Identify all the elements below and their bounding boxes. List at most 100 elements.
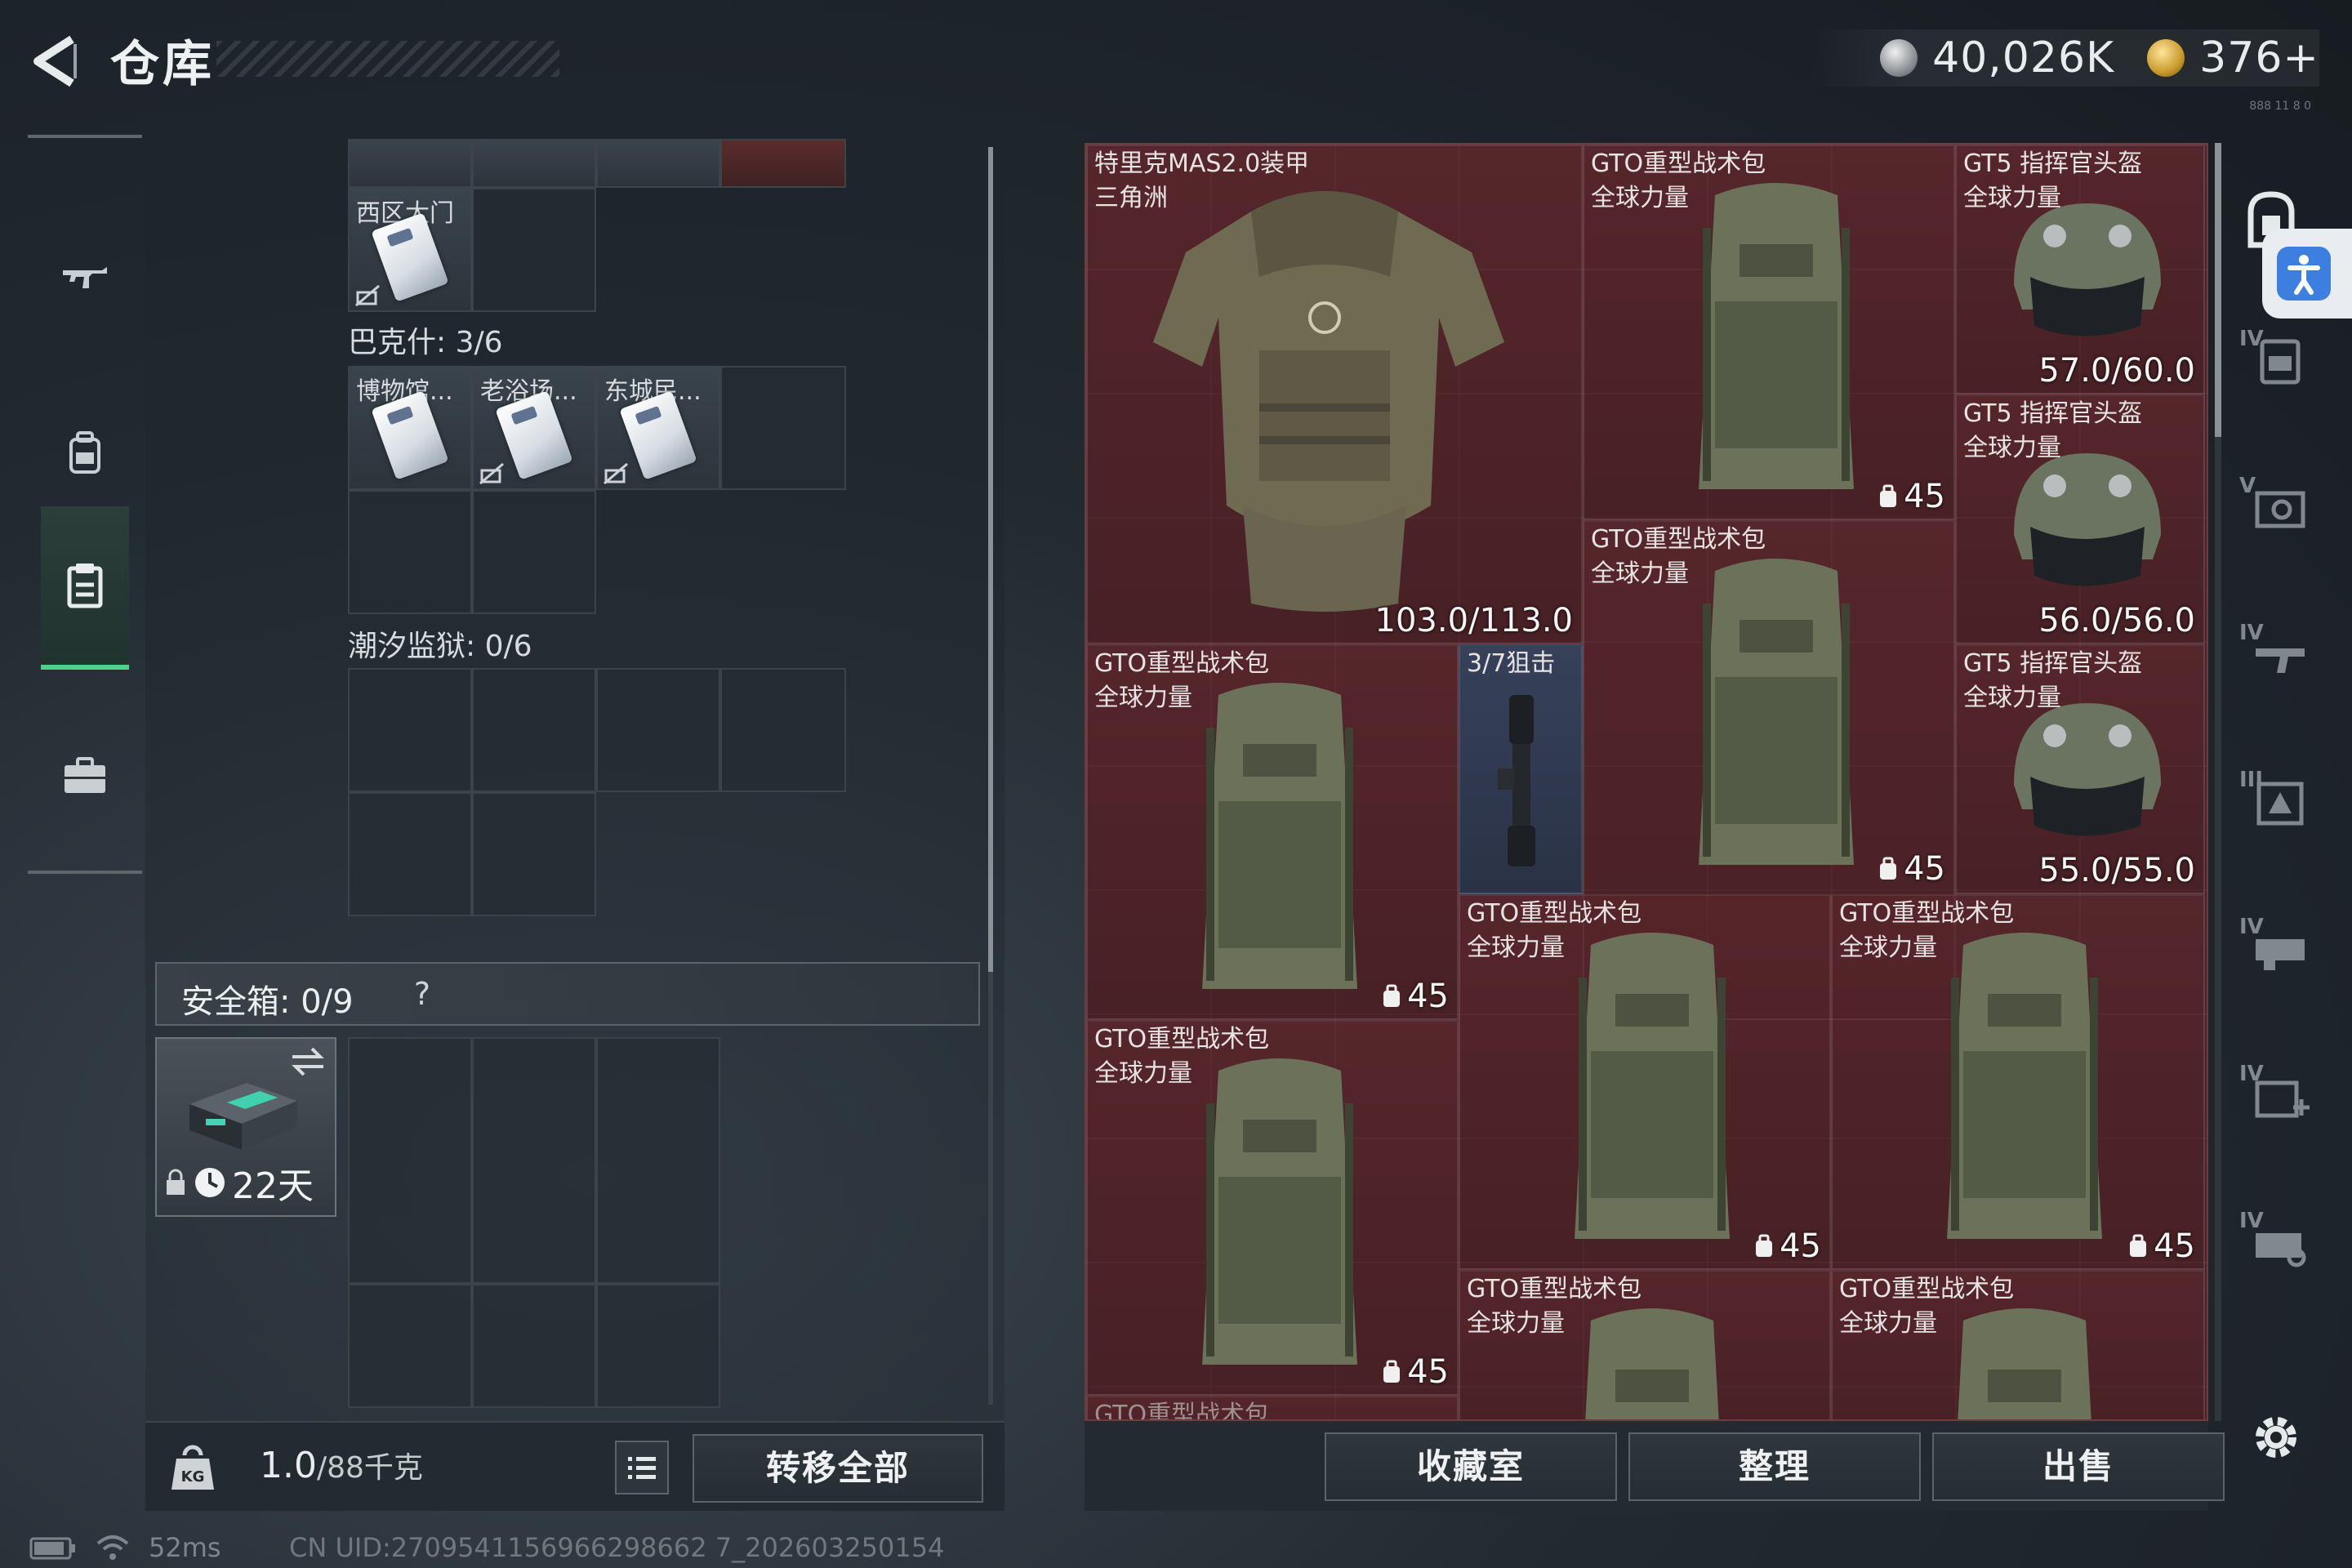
rail-slot-chest-rig[interactable]: V [2239,474,2314,539]
safe-slot-empty[interactable] [472,1037,596,1284]
safe-box-label: 安全箱: 0/9 [181,983,354,1021]
item-subtitle: 全球力量 [1963,184,2061,212]
nav-inventory[interactable] [41,506,129,670]
uid-text: CN UID:2709541156966298662 7_20260325015… [289,1532,945,1563]
keycard-slot[interactable]: 老浴场... [472,366,596,490]
capacity-value: 45 [1407,978,1449,1015]
sell-button[interactable]: 出售 [1932,1432,2225,1501]
backpack-icon [1958,1308,2091,1419]
silver-amount: 40,026K [1932,33,2115,82]
rail-slot-tool[interactable]: IV [2239,1209,2314,1274]
helmet-item[interactable]: GT5 指挥官头盔 全球力量 56.0/56.0 [1955,394,2205,644]
keycard-slot[interactable]: 博物馆... [348,366,472,490]
timer-days: 22天 [232,1165,314,1207]
stash-slot[interactable] [472,139,596,188]
scope-icon [1498,695,1535,866]
backpack-icon [1575,933,1730,1239]
backpack-icon [1947,933,2102,1239]
stash-slot-empty[interactable] [348,792,472,916]
item-name: GTO重型战术包 [1094,1025,1270,1054]
accessibility-button[interactable] [2262,229,2352,318]
help-icon[interactable]: ? [402,973,443,1014]
inventory-bottom-bar: 收藏室 整理 出售 [1085,1421,2225,1511]
rifle-icon [63,267,107,288]
rail-slot-backpack[interactable]: IV [2239,327,2314,392]
rail-slot-medical[interactable]: IV [2239,1062,2314,1127]
weight-icon: KG [172,1445,214,1490]
safe-slot-empty[interactable] [348,1284,472,1408]
clipboard-icon [67,564,103,608]
helmet-item[interactable]: GT5 指挥官头盔 全球力量 55.0/55.0 [1955,644,2205,894]
svg-text:KG: KG [181,1468,205,1486]
settings-gear-icon[interactable] [2247,1409,2305,1466]
accessibility-icon [2277,247,2331,301]
rail-slot-armor[interactable]: III [2239,768,2314,833]
rail-slot-gear[interactable]: IV [2239,915,2314,980]
backpack-item[interactable]: GTO重型战术包 全球力量 45 [1583,145,1955,520]
keycard-slot[interactable]: 西区大门 [348,188,472,312]
list-view-button[interactable] [615,1441,669,1494]
safe-slot-empty[interactable] [596,1037,720,1284]
back-arrow-icon[interactable] [24,33,90,90]
stash-slot[interactable] [720,139,846,188]
section-tidal-label: 潮汐监狱: 0/6 [348,630,532,663]
backpack-item[interactable]: GTO重型战术包 全球力量 [1831,1270,2205,1419]
safe-slot-empty[interactable] [472,1284,596,1408]
stash-slot-empty[interactable] [348,668,472,792]
backpack-item[interactable]: GTO重型战术包 全球力量 45 [1459,894,1831,1270]
backpack-item[interactable]: GTO重型战术包 [1086,1396,1459,1421]
stash-slot-empty[interactable] [472,490,596,614]
safe-box-tile[interactable]: 22天 [155,1037,336,1217]
stash-slot-empty[interactable] [596,668,720,792]
stash-slot-empty[interactable] [720,668,846,792]
stash-slot-empty[interactable] [472,188,596,312]
item-name: GTO重型战术包 [1839,1275,2015,1303]
stash-scrollbar-thumb[interactable] [988,147,993,972]
lock-icon [167,1169,185,1195]
backpack-icon [1699,183,1854,489]
armor-item[interactable]: 特里克MAS2.0装甲 三角洲 103.0/113.0 [1086,145,1583,644]
body-armor-icon [1153,191,1504,612]
safe-slot-empty[interactable] [348,1037,472,1284]
collection-room-button[interactable]: 收藏室 [1325,1432,1617,1501]
backpack-item[interactable]: GTO重型战术包 全球力量 45 [1086,1020,1459,1396]
transfer-all-button[interactable]: 转移全部 [693,1434,983,1503]
stash-slot-empty[interactable] [348,490,472,614]
keycard-slot[interactable]: 东城民... [596,366,720,490]
inventory-scrollbar-thumb[interactable] [2215,143,2221,437]
title-decoration [216,41,559,77]
safe-slot-empty[interactable] [596,1284,720,1408]
stash-slot[interactable] [596,139,720,188]
stash-slot-empty[interactable] [472,792,596,916]
item-name: GTO重型战术包 [1094,1401,1270,1421]
tier-label: IV [2239,915,2264,939]
inventory-panel: 特里克MAS2.0装甲 三角洲 103.0/113.0 GTO重型战术包 全球力… [1085,143,2208,1421]
briefcase-icon [65,757,105,793]
item-subtitle: 全球力量 [1094,1059,1192,1088]
capacity-badge: 45 [2127,1227,2195,1265]
inventory-scrollbar[interactable] [2215,143,2221,1421]
backpack-item[interactable]: GTO重型战术包 全球力量 45 [1086,644,1459,1020]
item-name: GTO重型战术包 [1094,649,1270,678]
nav-items[interactable] [41,694,129,858]
organize-button[interactable]: 整理 [1628,1432,1921,1501]
status-strip: 52ms CN UID:2709541156966298662 7_202603… [0,1527,2352,1568]
safe-box-timer: 22天 [163,1156,314,1209]
swap-icon[interactable] [289,1045,327,1078]
helmet-item[interactable]: GT5 指挥官头盔 全球力量 57.0/60.0 [1955,145,2205,394]
stash-slot-empty[interactable] [720,366,846,490]
nav-weapons[interactable] [41,196,129,359]
rail-slot-weapon[interactable]: IV [2239,621,2314,686]
clock-icon [195,1168,225,1197]
page-title: 仓库 [110,36,215,93]
backpack-item[interactable]: GTO重型战术包 全球力量 [1459,1270,1831,1419]
unlocked-icon [355,284,380,307]
backpack-item[interactable]: GTO重型战术包 全球力量 45 [1831,894,2205,1270]
gold-amount[interactable]: 376+ [2199,33,2319,82]
scope-item[interactable]: 3/7狙击 [1459,644,1583,894]
item-subtitle: 全球力量 [1963,684,2061,712]
item-name: GTO重型战术包 [1839,899,2015,928]
stash-slot[interactable] [348,139,472,188]
stash-scrollbar[interactable] [988,147,993,1405]
stash-slot-empty[interactable] [472,668,596,792]
